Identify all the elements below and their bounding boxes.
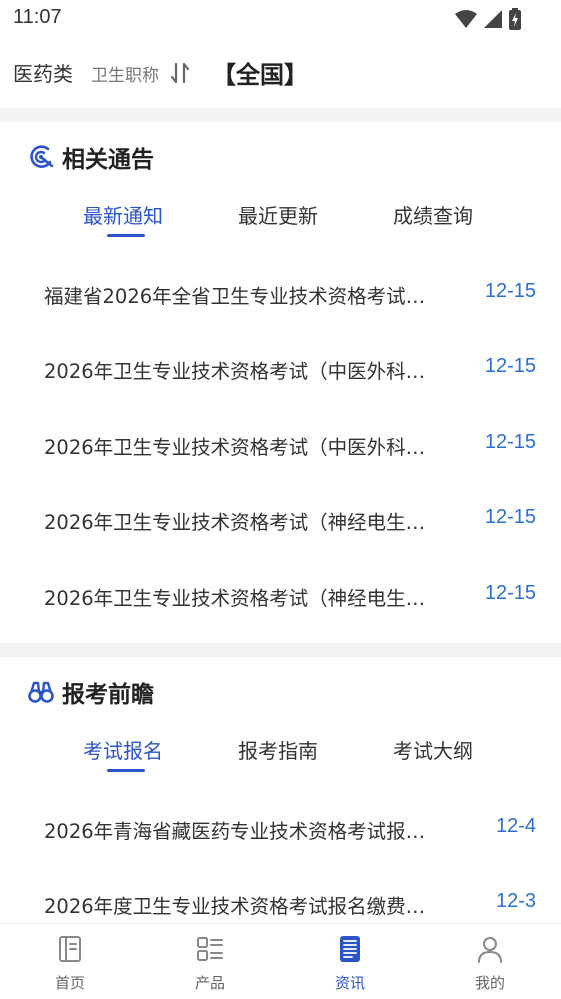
- home-icon: [59, 936, 81, 962]
- outlook-tabs: 考试报名 报考指南 考试大纲: [0, 731, 561, 781]
- list-item[interactable]: 2026年卫生专业技术资格考试（神经电生理）考试范围 12-15: [44, 574, 536, 614]
- nav-label: 首页: [54, 974, 85, 992]
- binoculars-icon: [28, 681, 54, 703]
- nav-label: 资讯: [334, 974, 365, 992]
- nav-label: 我的: [474, 974, 505, 992]
- tab-registration-guide[interactable]: 报考指南: [238, 735, 318, 764]
- section-header-outlook: 报考前瞻: [28, 675, 154, 709]
- list-item-date: 12-15: [484, 431, 536, 453]
- nav-products[interactable]: 产品: [170, 932, 250, 996]
- battery-icon: [509, 8, 521, 30]
- status-bar: 11:07: [0, 0, 561, 40]
- wifi-icon: [455, 10, 477, 28]
- announcement-tabs: 最新通知 最近更新 成绩查询: [0, 196, 561, 246]
- top-bar: 医药类 卫生职称 【全国】: [0, 44, 561, 100]
- tab-latest-notice[interactable]: 最新通知: [83, 200, 163, 229]
- list-item-title: 2026年卫生专业技术资格考试（中医外科学）考试范围: [44, 436, 436, 459]
- nav-label: 产品: [194, 974, 225, 992]
- tab-exam-syllabus[interactable]: 考试大纲: [393, 735, 473, 764]
- list-item-title: 2026年卫生专业技术资格考试（中医外科学）考试大纲: [44, 360, 436, 383]
- profession-selector[interactable]: 卫生职称: [91, 61, 159, 86]
- list-item[interactable]: 2026年度卫生专业技术资格考试报名缴费通知 12-3: [44, 882, 536, 922]
- list-item[interactable]: 2026年卫生专业技术资格考试（中医外科学）考试大纲 12-15: [44, 347, 536, 387]
- list-item-date: 12-15: [484, 355, 536, 377]
- category-selector[interactable]: 医药类: [13, 58, 73, 87]
- announcement-icon: [30, 145, 54, 168]
- tab-exam-registration[interactable]: 考试报名: [83, 735, 163, 764]
- list-item[interactable]: 福建省2026年全省卫生专业技术资格考试报名工作的通知 12-15: [44, 272, 536, 312]
- tab-recent-updates[interactable]: 最近更新: [238, 200, 318, 229]
- list-item-title: 2026年度卫生专业技术资格考试报名缴费通知: [44, 895, 436, 918]
- list-item-title: 2026年卫生专业技术资格考试（神经电生理）考试范围: [44, 587, 436, 610]
- list-item-date: 12-15: [484, 506, 536, 528]
- nav-news[interactable]: 资讯: [310, 932, 390, 996]
- list-item[interactable]: 2026年卫生专业技术资格考试（中医外科学）考试范围 12-15: [44, 423, 536, 463]
- list-item-title: 2026年卫生专业技术资格考试（神经电生理）考试大纲: [44, 511, 436, 534]
- status-time: 11:07: [13, 6, 62, 28]
- section-title: 报考前瞻: [62, 682, 154, 708]
- list-item-title: 福建省2026年全省卫生专业技术资格考试报名工作的通知: [44, 285, 436, 308]
- list-item-date: 12-4: [495, 815, 536, 837]
- nav-home[interactable]: 首页: [30, 932, 110, 996]
- list-item-date: 12-15: [484, 280, 536, 302]
- list-item-date: 12-3: [495, 890, 536, 912]
- list-item-title: 2026年青海省藏医药专业技术资格考试报名通知: [44, 820, 436, 843]
- news-icon: [340, 936, 360, 962]
- user-icon: [478, 937, 502, 963]
- region-selector[interactable]: 【全国】: [212, 55, 308, 90]
- tab-score-query[interactable]: 成绩查询: [393, 200, 473, 229]
- section-divider: [0, 643, 561, 657]
- active-tab-indicator: [107, 234, 145, 237]
- swap-icon[interactable]: [170, 62, 190, 84]
- grid-list-icon: [197, 937, 223, 961]
- section-title: 相关通告: [62, 147, 154, 173]
- list-item[interactable]: 2026年青海省藏医药专业技术资格考试报名通知 12-4: [44, 807, 536, 847]
- nav-profile[interactable]: 我的: [450, 932, 530, 996]
- signal-icon: [484, 10, 502, 28]
- bottom-nav: 首页 产品 资讯 我的: [0, 923, 561, 999]
- list-item[interactable]: 2026年卫生专业技术资格考试（神经电生理）考试大纲 12-15: [44, 498, 536, 538]
- section-divider: [0, 108, 561, 122]
- list-item-date: 12-15: [484, 582, 536, 604]
- section-header-announcements: 相关通告: [28, 140, 154, 174]
- status-icons: [455, 8, 521, 30]
- active-tab-indicator: [107, 769, 145, 772]
